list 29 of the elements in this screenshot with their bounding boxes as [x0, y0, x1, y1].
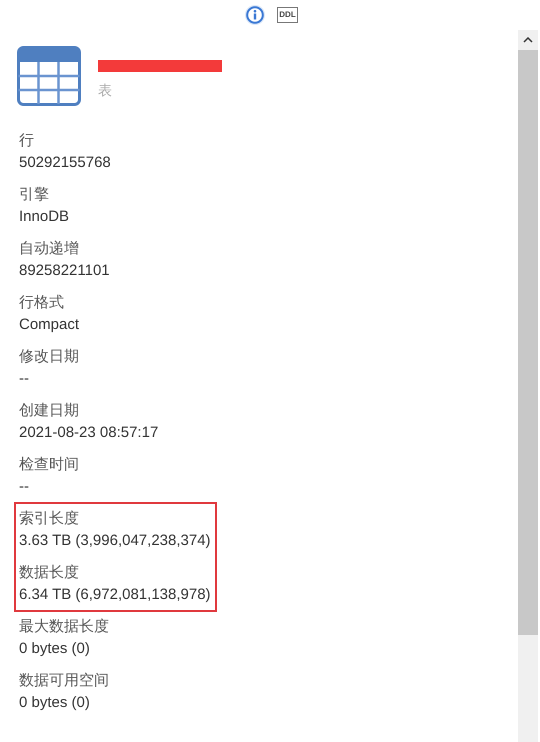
field-value: -- [19, 369, 30, 389]
field-label: 数据可用空间 [19, 671, 110, 691]
field-value: 2021-08-23 08:57:17 [19, 423, 160, 443]
field-value: 3.63 TB (3,996,047,238,374) [19, 531, 211, 551]
object-type: 表 [98, 81, 113, 100]
field-label: 自动递增 [19, 239, 80, 259]
field-label: 行 [19, 131, 35, 151]
field-value: 0 bytes (0) [19, 693, 91, 713]
field-value: 0 bytes (0) [19, 639, 91, 659]
field-value: 89258221101 [19, 261, 111, 281]
info-button[interactable] [245, 5, 266, 25]
field-label: 数据长度 [19, 563, 80, 583]
ddl-button[interactable]: DDL [277, 7, 298, 23]
field-value: -- [19, 477, 30, 497]
field-label: 检查时间 [19, 455, 80, 475]
field-value: Compact [19, 315, 80, 335]
field-label: 修改日期 [19, 347, 80, 367]
field-label: 创建日期 [19, 401, 80, 421]
field-label: 引擎 [19, 185, 50, 205]
field-value: 6.34 TB (6,972,081,138,978) [19, 585, 211, 605]
field-label: 行格式 [19, 293, 65, 313]
table-icon [17, 46, 81, 106]
scroll-thumb[interactable] [518, 50, 538, 635]
chevron-up-icon [523, 37, 533, 43]
info-icon [246, 6, 264, 24]
field-value: InnoDB [19, 207, 70, 227]
field-label: 索引长度 [19, 509, 80, 529]
field-label: 最大数据长度 [19, 617, 110, 637]
field-value: 50292155768 [19, 153, 112, 173]
